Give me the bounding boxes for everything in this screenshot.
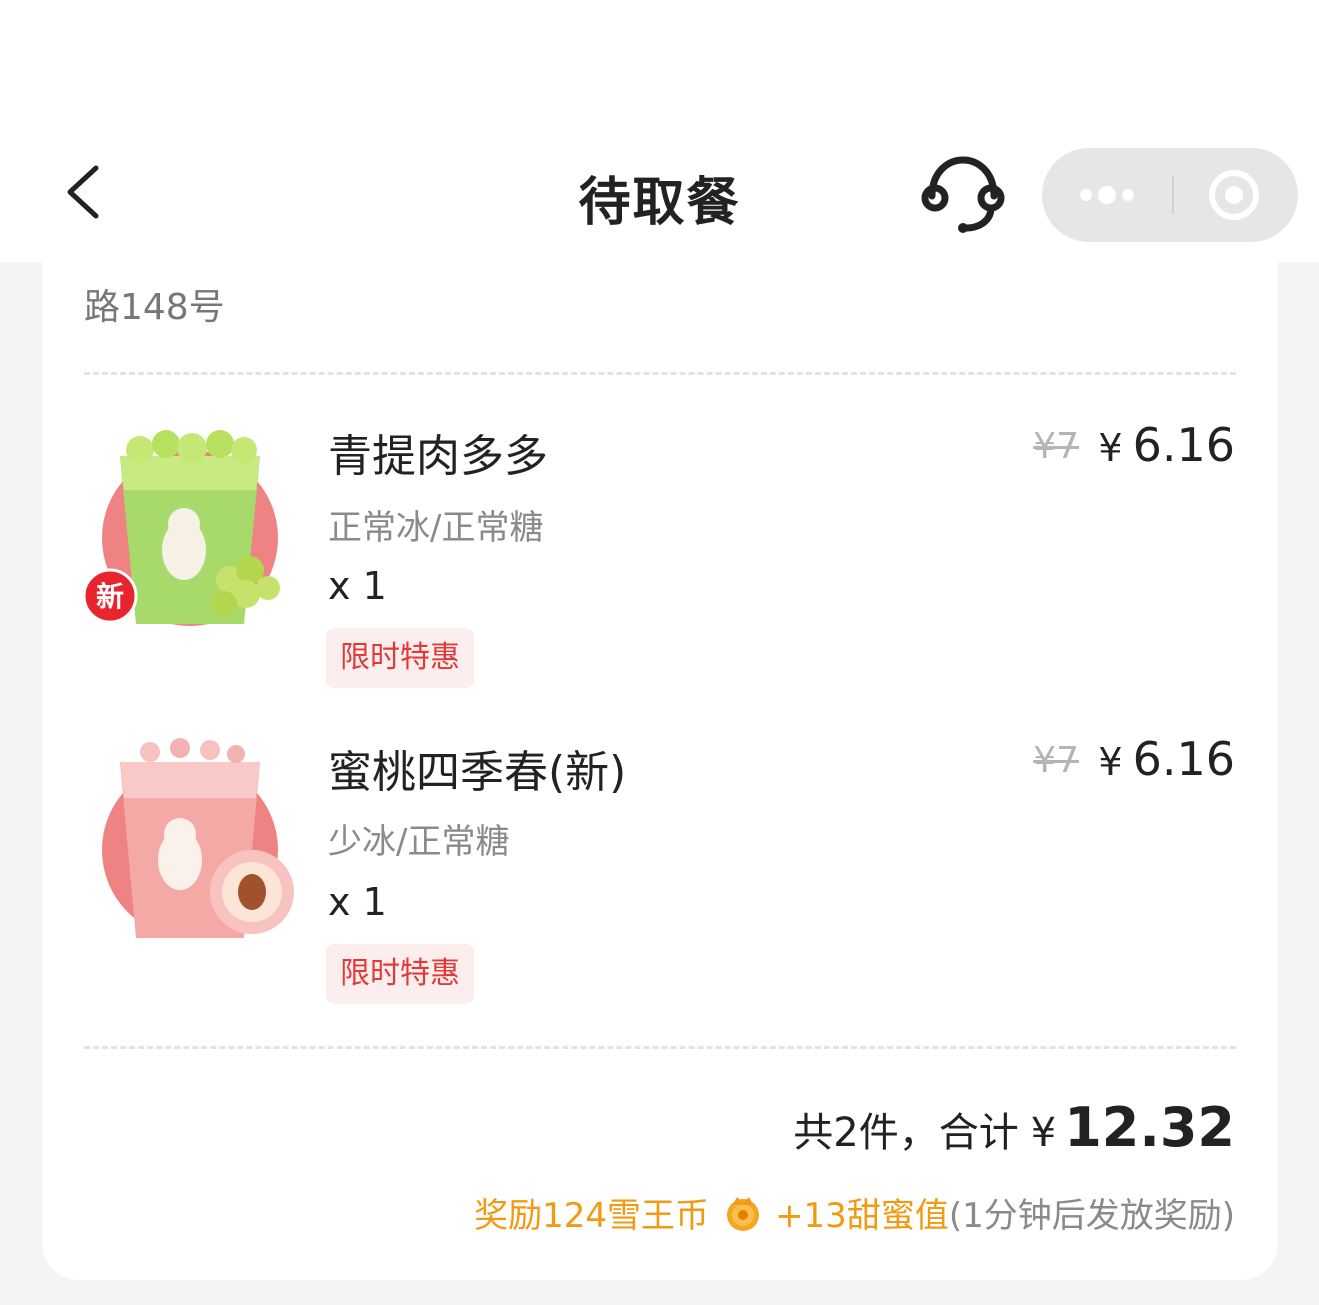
- item-quantity: x 1: [328, 880, 387, 924]
- currency-symbol: ¥: [1030, 1110, 1057, 1156]
- price-value: 6.16: [1132, 732, 1235, 786]
- customer-service-button[interactable]: [918, 150, 1008, 240]
- new-badge-text: 新: [96, 580, 124, 613]
- peach-tea-drink-image: [102, 738, 294, 938]
- item-price: ¥6.16: [1098, 418, 1235, 472]
- close-mini-program-button[interactable]: [1174, 148, 1298, 242]
- target-circle-icon: [1209, 170, 1259, 220]
- divider: [84, 372, 1236, 375]
- item-name: 蜜桃四季春(新): [328, 747, 627, 798]
- item-spec: 正常冰/正常糖: [328, 508, 544, 548]
- total-count-label: 共2件，合计: [793, 1110, 1019, 1156]
- customer-service-headset-icon: [921, 156, 1005, 233]
- divider: [84, 1046, 1236, 1049]
- item-quantity: x 1: [328, 564, 387, 608]
- reward-note: (1分钟后发放奖励): [948, 1196, 1235, 1236]
- new-badge-icon: 新: [82, 568, 138, 624]
- item-spec: 少冰/正常糖: [328, 822, 510, 862]
- original-price: ¥7: [1033, 740, 1079, 781]
- store-address: 路148号: [84, 287, 225, 328]
- price-value: 6.16: [1132, 418, 1235, 472]
- coin-reward-text: 奖励124雪王币: [474, 1196, 710, 1236]
- more-button[interactable]: [1042, 148, 1172, 242]
- mini-program-capsule: [1042, 148, 1298, 242]
- reward-info: 奖励124雪王币 +13甜蜜值 (1分钟后发放奖励): [474, 1188, 1235, 1237]
- currency-symbol: ¥: [1098, 740, 1123, 784]
- currency-symbol: ¥: [1098, 426, 1123, 470]
- sweet-value-text: +13甜蜜值: [775, 1196, 949, 1236]
- top-navigation-bar: 待取餐: [0, 0, 1319, 262]
- more-dots-icon: [1080, 186, 1134, 204]
- promo-tag: 限时特惠: [326, 628, 474, 688]
- order-total: 共2件，合计 ¥ 12.32: [793, 1096, 1235, 1159]
- item-price: ¥6.16: [1098, 732, 1235, 786]
- total-amount: 12.32: [1064, 1096, 1235, 1159]
- crown-coin-icon: [727, 1196, 760, 1231]
- original-price: ¥7: [1033, 426, 1079, 467]
- item-name: 青提肉多多: [328, 431, 548, 482]
- promo-tag: 限时特惠: [326, 944, 474, 1004]
